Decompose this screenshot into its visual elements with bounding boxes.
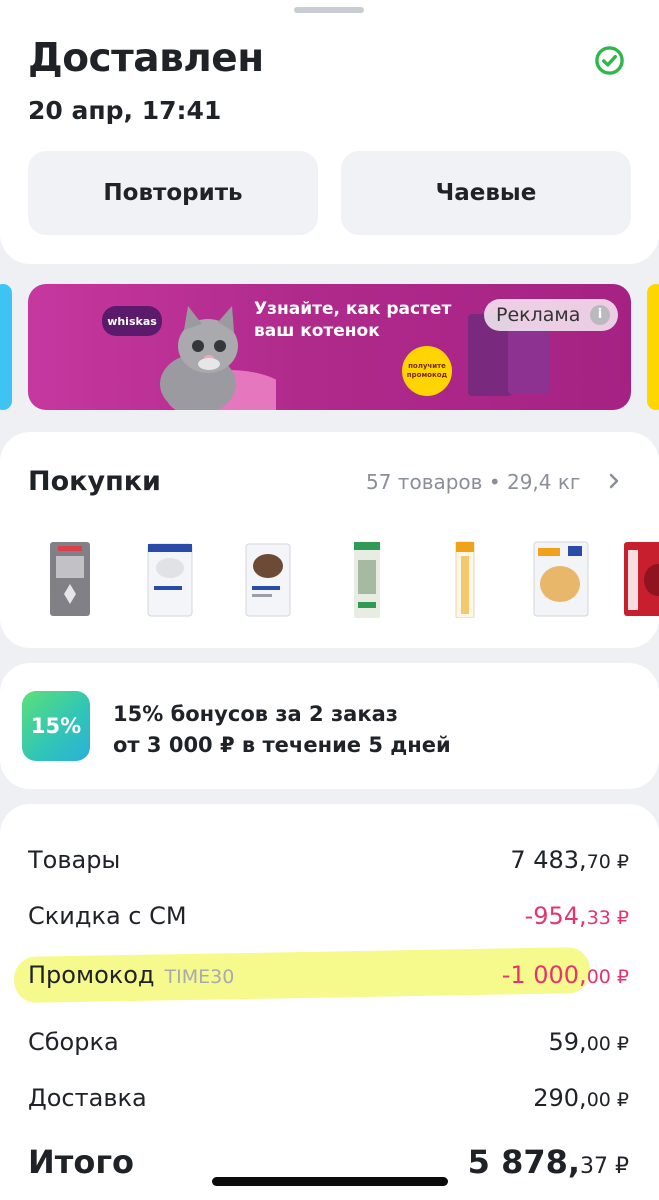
promo-value-main: -1 000,	[501, 961, 587, 989]
delivery-value-main: 290,	[533, 1084, 587, 1112]
promo-code: TIME30	[164, 966, 235, 988]
order-status-card: Доставлен 20 апр, 17:41 Повторить Чаевые	[0, 0, 659, 264]
delivery-value: 290,00 ₽	[533, 1084, 629, 1112]
promo-value-kop: 00 ₽	[586, 966, 629, 988]
ad-headline-line-2: ваш котенок	[254, 321, 380, 341]
goods-value-kop: 70 ₽	[586, 851, 629, 873]
ad-label[interactable]: Реклама i	[484, 299, 618, 331]
product-thumbnail[interactable]	[348, 540, 408, 618]
order-datetime: 20 апр, 17:41	[28, 96, 222, 125]
promo-row-label: Промокод TIME30	[28, 961, 234, 989]
ad-promo-badge-line-2: промокод	[406, 371, 448, 379]
ad-promo-badge: получите промокод	[402, 346, 452, 396]
check-circle-icon	[595, 46, 624, 75]
order-details-screen: Доставлен 20 апр, 17:41 Повторить Чаевые…	[0, 0, 659, 1200]
home-indicator[interactable]	[212, 1177, 448, 1186]
total-value-main: 5 878,	[467, 1143, 581, 1181]
product-thumbnail[interactable]	[244, 540, 304, 618]
ad-banner[interactable]: whiskas Узнайте, как растет ваш котенок …	[28, 284, 631, 410]
purchases-title: Покупки	[28, 466, 161, 497]
total-value: 5 878,37 ₽	[468, 1143, 629, 1181]
ad-label-text: Реклама	[496, 304, 581, 326]
ad-promo-badge-line-1: получите	[408, 362, 446, 370]
delivery-value-kop: 00 ₽	[586, 1089, 629, 1111]
promo-value: -1 000,00 ₽	[502, 961, 629, 989]
discount-value: -954,33 ₽	[525, 902, 629, 930]
purchases-summary: 57 товаров • 29,4 кг	[366, 470, 581, 494]
assembly-label: Сборка	[28, 1028, 119, 1056]
bonus-offer-card[interactable]: 15% 15% бонусов за 2 заказ от 3 000 ₽ в …	[0, 663, 659, 789]
chevron-right-icon[interactable]	[606, 468, 624, 494]
discount-value-main: -954,	[524, 902, 587, 930]
goods-label: Товары	[28, 846, 121, 874]
product-thumbnail[interactable]	[48, 540, 108, 618]
ad-headline-line-1: Узнайте, как растет	[254, 299, 452, 319]
assembly-value-kop: 00 ₽	[586, 1033, 629, 1055]
prev-banner-peek[interactable]	[0, 284, 12, 410]
product-thumbnail[interactable]	[622, 540, 659, 618]
ad-headline: Узнайте, как растет ваш котенок	[254, 298, 504, 342]
total-value-kop: 37 ₽	[580, 1154, 629, 1179]
order-summary-card: Товары 7 483,70 ₽ Скидка с СМ -954,33 ₽ …	[0, 804, 659, 1200]
goods-value-main: 7 483,	[510, 846, 587, 874]
order-status-title: Доставлен	[28, 36, 264, 81]
next-banner-peek[interactable]	[647, 284, 659, 410]
sheet-grabber[interactable]	[294, 7, 364, 13]
bonus-offer-line-1: 15% бонусов за 2 заказ	[113, 702, 398, 726]
repeat-order-button[interactable]: Повторить	[28, 151, 318, 235]
discount-value-kop: 33 ₽	[586, 907, 629, 929]
total-label: Итого	[28, 1143, 135, 1181]
tips-button[interactable]: Чаевые	[341, 151, 631, 235]
assembly-value: 59,00 ₽	[549, 1028, 629, 1056]
bonus-percent-badge: 15%	[22, 691, 90, 761]
product-thumbnail[interactable]	[532, 540, 592, 618]
goods-value: 7 483,70 ₽	[510, 846, 629, 874]
bonus-offer-line-2: от 3 000 ₽ в течение 5 дней	[113, 733, 451, 757]
assembly-value-main: 59,	[548, 1028, 587, 1056]
delivery-label: Доставка	[28, 1084, 147, 1112]
info-icon[interactable]: i	[590, 305, 610, 325]
discount-label: Скидка с СМ	[28, 902, 187, 930]
bonus-offer-text: 15% бонусов за 2 заказ от 3 000 ₽ в тече…	[113, 699, 451, 761]
promo-label: Промокод	[28, 961, 155, 989]
product-thumbnail[interactable]	[146, 540, 206, 618]
purchases-card[interactable]: Покупки 57 товаров • 29,4 кг	[0, 432, 659, 648]
ad-product-pack	[508, 328, 550, 394]
product-thumbnail[interactable]	[446, 540, 506, 618]
